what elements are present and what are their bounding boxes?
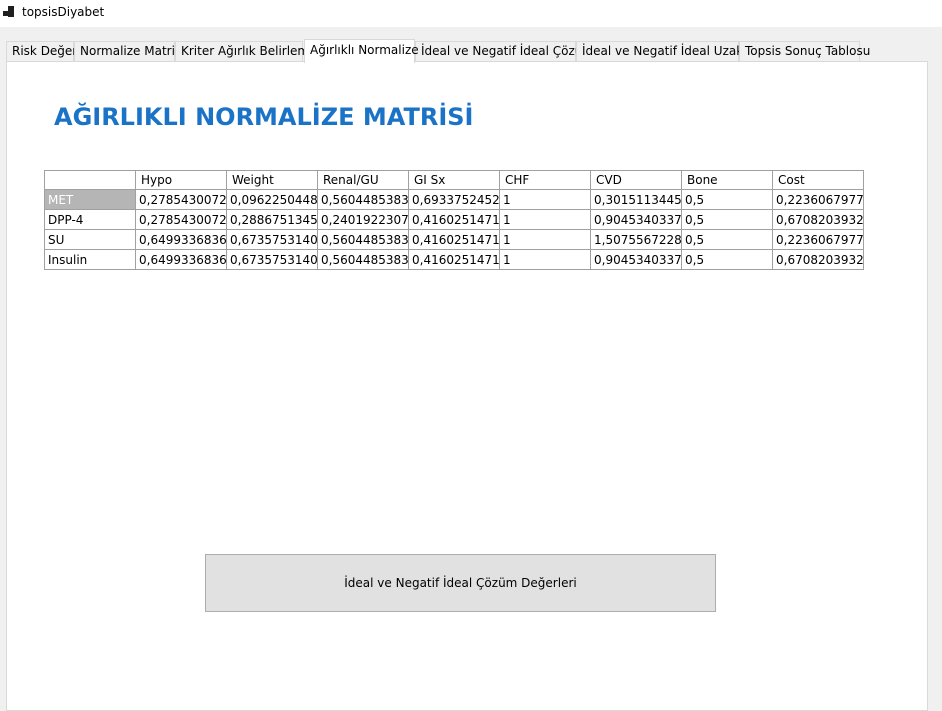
column-header[interactable]: CHF: [499, 170, 591, 190]
tab-kriter-agirlik[interactable]: Kriter Ağırlık Belirleme: [175, 41, 317, 62]
tab-page: [6, 61, 928, 711]
grid-cell[interactable]: 0,6499336836...: [135, 229, 227, 250]
grid-cell[interactable]: 0,2785430072...: [135, 189, 227, 210]
grid-cell[interactable]: 0,9045340337...: [590, 209, 682, 230]
grid-cell[interactable]: 0,5604485383...: [317, 249, 409, 270]
grid-cell[interactable]: 0,5: [681, 249, 773, 270]
grid-cell[interactable]: 0,6933752452...: [408, 189, 500, 210]
tab-ideal-cozum[interactable]: İdeal ve Negatif İdeal Çözüm: [415, 41, 594, 62]
grid-cell[interactable]: 0,4160251471...: [408, 209, 500, 230]
grid-cell[interactable]: 0,5604485383...: [317, 189, 409, 210]
grid-cell[interactable]: 0,6735753140...: [226, 249, 318, 270]
grid-cell[interactable]: 0,5604485383...: [317, 229, 409, 250]
column-header[interactable]: Bone: [681, 170, 773, 190]
table-row[interactable]: DPP-4 0,2785430072... 0,2886751345... 0,…: [44, 209, 864, 230]
grid-cell[interactable]: 1: [499, 209, 591, 230]
tab-risk-deger[interactable]: Risk Değer: [6, 41, 77, 62]
grid-cell[interactable]: 1: [499, 249, 591, 270]
window-title: topsisDiyabet: [22, 5, 105, 19]
grid-cell[interactable]: 1: [499, 189, 591, 210]
row-header[interactable]: Insulin: [44, 249, 136, 270]
column-header[interactable]: Hypo: [135, 170, 227, 190]
tab-ideal-uzaklik[interactable]: İdeal ve Negatif İdeal Uzaklık: [576, 41, 757, 62]
grid-cell[interactable]: 0,3015113445...: [590, 189, 682, 210]
table-row[interactable]: MET 0,2785430072... 0,0962250448... 0,56…: [44, 189, 864, 210]
grid-cell[interactable]: 0,2236067977...: [772, 229, 864, 250]
grid-cell[interactable]: 1: [499, 229, 591, 250]
grid-cell[interactable]: 0,2886751345...: [226, 209, 318, 230]
grid-cell[interactable]: 0,2785430072...: [135, 209, 227, 230]
app-icon: [3, 6, 17, 20]
grid-cell[interactable]: 0,6708203932...: [772, 249, 864, 270]
ideal-solution-button[interactable]: İdeal ve Negatif İdeal Çözüm Değerleri: [205, 554, 716, 612]
grid-corner-cell: [44, 170, 136, 190]
grid-cell[interactable]: 0,4160251471...: [408, 249, 500, 270]
grid-cell[interactable]: 0,4160251471...: [408, 229, 500, 250]
title-bar: topsisDiyabet: [0, 0, 942, 27]
grid-header-row: Hypo Weight Renal/GU GI Sx CHF CVD Bone …: [44, 170, 864, 190]
table-row[interactable]: Insulin 0,6499336836... 0,6735753140... …: [44, 249, 864, 270]
grid-cell[interactable]: 0,5: [681, 229, 773, 250]
grid-cell[interactable]: 0,2236067977...: [772, 189, 864, 210]
column-header[interactable]: Cost: [772, 170, 864, 190]
grid-cell[interactable]: 0,9045340337...: [590, 249, 682, 270]
grid-cell[interactable]: 0,0962250448...: [226, 189, 318, 210]
column-header[interactable]: CVD: [590, 170, 682, 190]
row-header[interactable]: SU: [44, 229, 136, 250]
row-header[interactable]: MET: [44, 189, 136, 210]
grid-cell[interactable]: 0,2401922307...: [317, 209, 409, 230]
tab-topsis-sonuc[interactable]: Topsis Sonuç Tablosu: [739, 41, 870, 62]
row-header[interactable]: DPP-4: [44, 209, 136, 230]
page-title: AĞIRLIKLI NORMALİZE MATRİSİ: [54, 103, 474, 131]
column-header[interactable]: GI Sx: [408, 170, 500, 190]
table-row[interactable]: SU 0,6499336836... 0,6735753140... 0,560…: [44, 229, 864, 250]
column-header[interactable]: Renal/GU: [317, 170, 409, 190]
grid-cell[interactable]: 0,6708203932...: [772, 209, 864, 230]
weighted-matrix-grid[interactable]: Hypo Weight Renal/GU GI Sx CHF CVD Bone …: [44, 170, 864, 270]
grid-cell[interactable]: 0,6499336836...: [135, 249, 227, 270]
column-header[interactable]: Weight: [226, 170, 318, 190]
grid-cell[interactable]: 1,5075567228...: [590, 229, 682, 250]
tab-normalize-matris[interactable]: Normalize Matris: [74, 41, 181, 62]
grid-cell[interactable]: 0,6735753140...: [226, 229, 318, 250]
grid-cell[interactable]: 0,5: [681, 189, 773, 210]
grid-cell[interactable]: 0,5: [681, 209, 773, 230]
tab-agirlikli-normalize[interactable]: Ağırlıklı Normalize: [304, 39, 419, 63]
